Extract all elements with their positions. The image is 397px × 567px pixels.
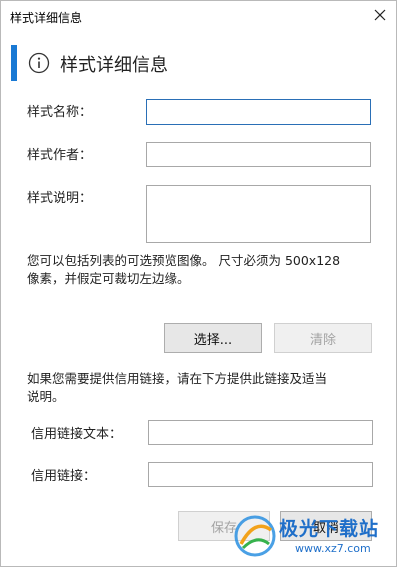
preview-note-line-1: 您可以包括列表的可选预览图像。 尺寸必须为 500x128 xyxy=(27,253,341,268)
dialog-window: 样式详细信息 样式详细信息 样式名称： 样式作者： 样式说明： 您可以包括列表的… xyxy=(0,0,397,567)
style-name-input[interactable] xyxy=(146,99,371,125)
watermark-text: 极光下载站 xyxy=(279,518,380,540)
window-title: 样式详细信息 xyxy=(10,11,83,25)
style-description-label: 样式说明： xyxy=(27,191,93,206)
page-title: 样式详细信息 xyxy=(60,55,168,76)
close-icon xyxy=(374,9,386,21)
credit-note: 如果您需要提供信用链接，请在下方提供此链接及适当 说明。 xyxy=(27,370,327,406)
credit-note-line-2: 说明。 xyxy=(27,389,65,404)
credit-link-input[interactable] xyxy=(148,462,373,487)
credit-link-label: 信用链接： xyxy=(31,469,97,484)
clear-button[interactable]: 清除 xyxy=(274,323,372,353)
preview-note-line-2: 像素，并假定可裁切左边缘。 xyxy=(27,271,190,286)
choose-button[interactable]: 选择... xyxy=(164,323,262,353)
title-bar: 样式详细信息 xyxy=(1,1,396,31)
credit-link-text-input[interactable] xyxy=(148,420,373,445)
accent-bar xyxy=(11,45,17,81)
info-icon xyxy=(28,52,50,74)
style-name-label: 样式名称： xyxy=(27,105,93,120)
watermark-url: www.xz7.com xyxy=(295,542,371,555)
style-description-textarea[interactable] xyxy=(146,185,371,243)
watermark: 极光下载站 www.xz7.com xyxy=(233,512,393,564)
close-button[interactable] xyxy=(372,7,388,23)
preview-note: 您可以包括列表的可选预览图像。 尺寸必须为 500x128 像素，并假定可裁切左… xyxy=(27,252,340,288)
credit-link-text-label: 信用链接文本： xyxy=(31,427,123,442)
style-author-label: 样式作者： xyxy=(27,148,93,163)
style-author-input[interactable] xyxy=(146,142,371,167)
credit-note-line-1: 如果您需要提供信用链接，请在下方提供此链接及适当 xyxy=(27,371,328,386)
dialog-header: 样式详细信息 xyxy=(11,45,386,81)
watermark-logo-icon xyxy=(234,515,276,557)
